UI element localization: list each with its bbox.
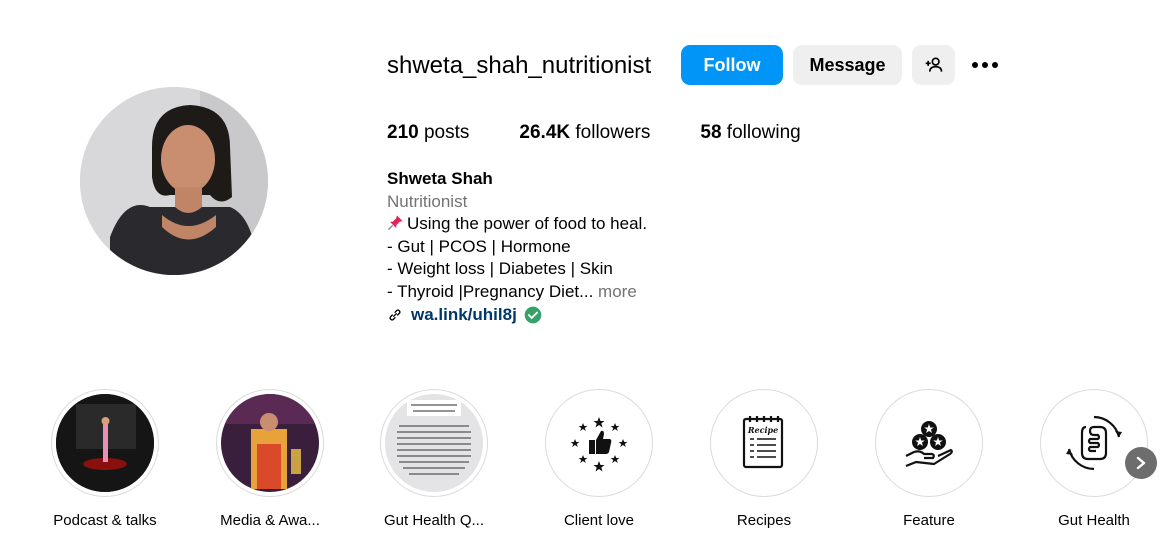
highlight-image — [880, 394, 978, 492]
intestine-cycle-icon — [1066, 415, 1122, 471]
following-label: following — [726, 122, 801, 143]
posts-count: 210 — [387, 122, 419, 143]
bio-link-row: wa.link/uhil8j — [387, 305, 543, 325]
bio-line-2: - Gut | PCOS | Hormone — [387, 236, 571, 256]
highlight-podcast-talks[interactable]: Podcast & talks — [30, 389, 180, 529]
pushpin-icon — [387, 215, 403, 231]
suggested-accounts-button[interactable] — [912, 45, 955, 85]
profile-full-name: Shweta Shah — [387, 169, 493, 188]
follow-button[interactable]: Follow — [681, 45, 783, 85]
hand-stars-icon — [905, 421, 953, 468]
highlight-cover[interactable] — [1040, 389, 1148, 497]
highlight-label: Gut Health — [1058, 512, 1130, 529]
highlight-media-awards[interactable]: Media & Awa... — [195, 389, 345, 529]
verified-check-icon — [524, 306, 542, 324]
bio-more-link[interactable]: more — [598, 282, 637, 301]
highlight-label: Recipes — [736, 512, 792, 529]
highlight-image — [221, 394, 319, 492]
highlight-image — [56, 394, 154, 492]
link-icon — [389, 309, 401, 321]
bio-line-3: - Weight loss | Diabetes | Skin — [387, 259, 613, 279]
highlights-next-button[interactable] — [1125, 447, 1157, 479]
profile-stats: 210 posts 26.4K followers 58 following — [387, 121, 851, 145]
following-stat[interactable]: 58 following — [700, 121, 800, 145]
highlight-cover[interactable] — [51, 389, 159, 497]
bio-line-4-text: - Thyroid |Pregnancy Diet... — [387, 281, 594, 301]
svg-text:Recipe: Recipe — [747, 425, 778, 435]
highlight-cover[interactable] — [380, 389, 488, 497]
avatar-photo — [80, 87, 268, 275]
bio-line-1-text: Using the power of food to heal. — [407, 214, 648, 234]
profile-category: Nutritionist — [387, 191, 468, 211]
profile-username: shweta_shah_nutritionist — [387, 52, 652, 79]
more-options-icon — [972, 62, 998, 68]
highlight-label: Media & Awa... — [220, 512, 320, 529]
highlight-image: Recipe — [715, 394, 813, 492]
highlight-image — [385, 394, 483, 492]
highlight-cover[interactable] — [545, 389, 653, 497]
highlight-image — [550, 394, 648, 492]
followers-label: followers — [575, 122, 651, 143]
profile-bio: Shweta Shah Nutritionist Using the power… — [387, 168, 807, 304]
bio-line-4: - Thyroid |Pregnancy Diet... more — [387, 281, 807, 304]
highlight-image — [1045, 394, 1143, 492]
thumbs-up-stars-icon — [570, 417, 628, 472]
highlight-cover[interactable]: Recipe — [710, 389, 818, 497]
highlight-feature[interactable]: Feature — [854, 389, 1004, 529]
highlight-label: Podcast & talks — [53, 512, 157, 529]
highlight-gut-health-qa[interactable]: Gut Health Q... — [359, 389, 509, 529]
profile-avatar[interactable] — [80, 87, 268, 275]
highlight-cover[interactable] — [216, 389, 324, 497]
followers-stat[interactable]: 26.4K followers — [519, 121, 650, 145]
more-options-button[interactable] — [964, 45, 1006, 85]
bio-line-1: Using the power of food to heal. — [387, 213, 807, 236]
highlight-cover[interactable] — [875, 389, 983, 497]
highlight-label: Client love — [563, 512, 635, 529]
following-count: 58 — [700, 122, 722, 143]
message-button[interactable]: Message — [793, 45, 902, 85]
highlight-client-love[interactable]: Client love — [524, 389, 674, 529]
posts-label: posts — [423, 122, 470, 143]
bio-external-link[interactable]: wa.link/uhil8j — [411, 305, 517, 325]
highlight-label: Feature — [903, 512, 955, 529]
followers-count: 26.4K — [519, 122, 571, 143]
highlight-recipes[interactable]: Recipe Recipes — [689, 389, 839, 529]
chevron-right-icon — [1136, 456, 1146, 470]
person-add-icon — [925, 57, 942, 72]
highlight-label: Gut Health Q... — [383, 512, 485, 529]
posts-stat: 210 posts — [387, 121, 469, 145]
recipe-card-icon: Recipe — [742, 416, 784, 469]
